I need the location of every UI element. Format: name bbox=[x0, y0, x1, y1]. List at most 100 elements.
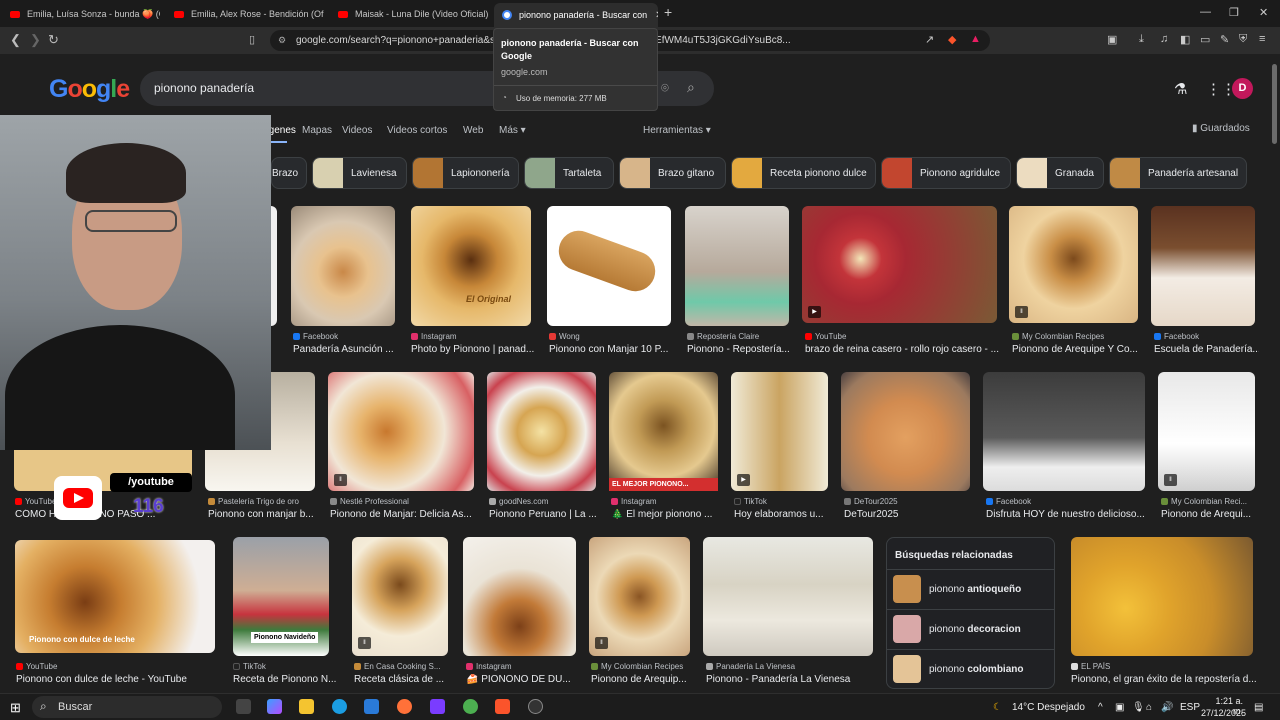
saved-button[interactable]: ▮ Guardados bbox=[1192, 123, 1250, 134]
result-caption[interactable]: Pionono de Arequip... bbox=[591, 674, 701, 685]
result-caption[interactable]: brazo de reina casero - rollo rojo caser… bbox=[805, 344, 1000, 355]
result-source[interactable]: DeTour2025 bbox=[844, 497, 974, 506]
back-icon[interactable]: ❮ bbox=[10, 32, 21, 48]
microphone-icon[interactable]: 🎙 bbox=[1132, 702, 1145, 713]
chip-pionono-agridulce[interactable]: Pionono agridulce bbox=[881, 157, 1011, 189]
result-caption[interactable]: Escuela de Panadería... bbox=[1154, 344, 1259, 355]
chip-granada[interactable]: Granada bbox=[1016, 157, 1104, 189]
tab-4-active[interactable]: pionono panadería - Buscar con ✕ bbox=[494, 3, 658, 27]
result-source[interactable]: TikTok bbox=[233, 662, 338, 671]
tab-web[interactable]: Web bbox=[463, 125, 483, 136]
result-caption[interactable]: Pionono, el gran éxito de la repostería … bbox=[1071, 674, 1256, 685]
image-result[interactable] bbox=[547, 206, 671, 326]
obs-icon[interactable] bbox=[528, 699, 543, 714]
panel-icon[interactable]: ◧ bbox=[1180, 33, 1190, 46]
result-caption[interactable]: 🍰 PIONONO DE DU... bbox=[466, 674, 581, 685]
result-source[interactable]: Instagram bbox=[466, 662, 581, 671]
result-source[interactable]: Wong bbox=[549, 332, 674, 341]
download-icon[interactable]: ⤓ bbox=[1139, 33, 1144, 46]
chip-brazo[interactable]: Brazo bbox=[271, 157, 307, 189]
result-source[interactable]: YouTube bbox=[15, 497, 195, 506]
image-result[interactable]: ‖ bbox=[352, 537, 448, 656]
result-source[interactable]: Instagram bbox=[611, 497, 723, 506]
result-source[interactable]: My Colombian Recipes bbox=[1012, 332, 1144, 341]
tab-short-videos[interactable]: Videos cortos bbox=[387, 125, 447, 136]
tray-chevron-icon[interactable]: ^ bbox=[1098, 702, 1103, 713]
image-result[interactable]: Pionono con dulce de leche bbox=[15, 540, 215, 653]
result-source[interactable]: Facebook bbox=[986, 497, 1146, 506]
close-icon[interactable]: ✕ bbox=[655, 10, 658, 21]
rewards-icon[interactable]: ▲ bbox=[970, 33, 981, 45]
result-source[interactable]: En Casa Cooking S... bbox=[354, 662, 454, 671]
forward-icon[interactable]: ❯ bbox=[30, 32, 41, 48]
chrome-icon[interactable] bbox=[463, 699, 478, 714]
result-caption[interactable]: Pionono - Repostería... bbox=[687, 344, 792, 355]
page-scrollbar[interactable] bbox=[1271, 60, 1278, 690]
taskbar-search[interactable]: ⌕ Buscar bbox=[32, 696, 222, 718]
image-result[interactable] bbox=[1151, 206, 1255, 326]
result-source[interactable]: goodNes.com bbox=[489, 497, 601, 506]
search-icon[interactable]: ⌕ bbox=[687, 79, 695, 96]
tab-2[interactable]: Emilia, Alex Rose - Bendición (Oficial bbox=[174, 4, 324, 24]
task-view-icon[interactable] bbox=[236, 699, 251, 714]
result-source[interactable]: Panadería La Vienesa bbox=[706, 662, 876, 671]
result-source[interactable]: My Colombian Recipes bbox=[591, 662, 701, 671]
volume-icon[interactable]: 🔊 bbox=[1161, 702, 1173, 713]
file-explorer-icon[interactable] bbox=[299, 699, 314, 714]
new-tab-button[interactable]: + bbox=[664, 4, 672, 20]
avatar[interactable]: D bbox=[1232, 78, 1253, 99]
related-item[interactable]: pionono decoracion bbox=[887, 609, 1055, 649]
image-result[interactable]: ▶ bbox=[802, 206, 997, 323]
menu-icon[interactable]: ≡ bbox=[1259, 33, 1265, 45]
vpn-icon[interactable]: ⛨ bbox=[1239, 33, 1247, 46]
site-info-icon[interactable]: ⚙ bbox=[278, 35, 286, 46]
image-result[interactable]: El Original bbox=[411, 206, 531, 326]
result-caption[interactable]: Hoy elaboramos u... bbox=[734, 509, 834, 520]
result-source[interactable]: TikTok bbox=[734, 497, 834, 506]
app-icon[interactable] bbox=[430, 699, 445, 714]
result-source[interactable]: YouTube bbox=[805, 332, 1000, 341]
tray-app-icon[interactable]: ▣ bbox=[1115, 702, 1124, 713]
result-source[interactable]: My Colombian Reci... bbox=[1161, 497, 1261, 506]
sidebar-icon[interactable]: ▣ bbox=[1107, 33, 1117, 46]
image-result[interactable]: ‖ bbox=[589, 537, 690, 656]
result-caption[interactable]: 🎄 El mejor pionono ... bbox=[611, 509, 723, 520]
result-caption[interactable]: Pionono con dulce de leche - YouTube bbox=[16, 674, 216, 685]
image-result[interactable] bbox=[487, 372, 596, 491]
image-result[interactable] bbox=[703, 537, 873, 656]
result-caption[interactable]: DeTour2025 bbox=[844, 509, 974, 520]
result-source[interactable]: Facebook bbox=[293, 332, 403, 341]
copilot-icon[interactable] bbox=[267, 699, 282, 714]
image-result[interactable]: ▶ bbox=[731, 372, 828, 491]
result-caption[interactable]: Pionono de Arequipe Y Co... bbox=[1012, 344, 1144, 355]
firefox-icon[interactable] bbox=[397, 699, 412, 714]
tools-button[interactable]: Herramientas ▾ bbox=[643, 125, 711, 136]
restore-icon[interactable]: ❐ bbox=[1229, 6, 1239, 19]
search-input[interactable]: pionono panadería bbox=[154, 81, 254, 95]
wallet-icon[interactable]: ▭ bbox=[1200, 33, 1210, 46]
language-indicator[interactable]: ESP bbox=[1180, 702, 1200, 713]
result-caption[interactable]: CÓMO H... PIONONO PASO ... bbox=[15, 509, 195, 520]
tab-more[interactable]: Más ▾ bbox=[499, 125, 526, 136]
result-caption[interactable]: Receta clásica de ... bbox=[354, 674, 454, 685]
related-item[interactable]: pionono colombiano bbox=[887, 649, 1055, 689]
windows-start-icon[interactable]: ⊞ bbox=[10, 700, 21, 716]
result-caption[interactable]: Pionono Peruano | La ... bbox=[489, 509, 601, 520]
result-source[interactable]: Pastelería Trigo de oro bbox=[208, 497, 320, 506]
brave-shield-icon[interactable]: ◆ bbox=[948, 33, 956, 46]
edge-icon[interactable] bbox=[332, 699, 347, 714]
result-caption[interactable]: Panadería Asunción ... bbox=[293, 344, 403, 355]
image-result[interactable] bbox=[291, 206, 395, 326]
tab-videos[interactable]: Videos bbox=[342, 125, 372, 136]
labs-icon[interactable]: ⚗ bbox=[1174, 80, 1187, 98]
tab-images[interactable]: Imágenes bbox=[252, 125, 296, 136]
image-result[interactable] bbox=[463, 537, 576, 656]
result-source[interactable]: YouTube bbox=[16, 662, 216, 671]
chip-brazo-gitano[interactable]: Brazo gitano bbox=[619, 157, 726, 189]
tab-1[interactable]: Emilia, Luísa Sonza - bunda 🍑 (Offic bbox=[10, 4, 160, 24]
image-result[interactable] bbox=[841, 372, 970, 491]
network-icon[interactable]: ⌂ bbox=[1146, 702, 1152, 713]
lens-icon[interactable]: ⌾ bbox=[661, 80, 669, 96]
result-caption[interactable]: Pionono - Panadería La Vienesa bbox=[706, 674, 876, 685]
result-source[interactable]: Repostería Claire bbox=[687, 332, 792, 341]
